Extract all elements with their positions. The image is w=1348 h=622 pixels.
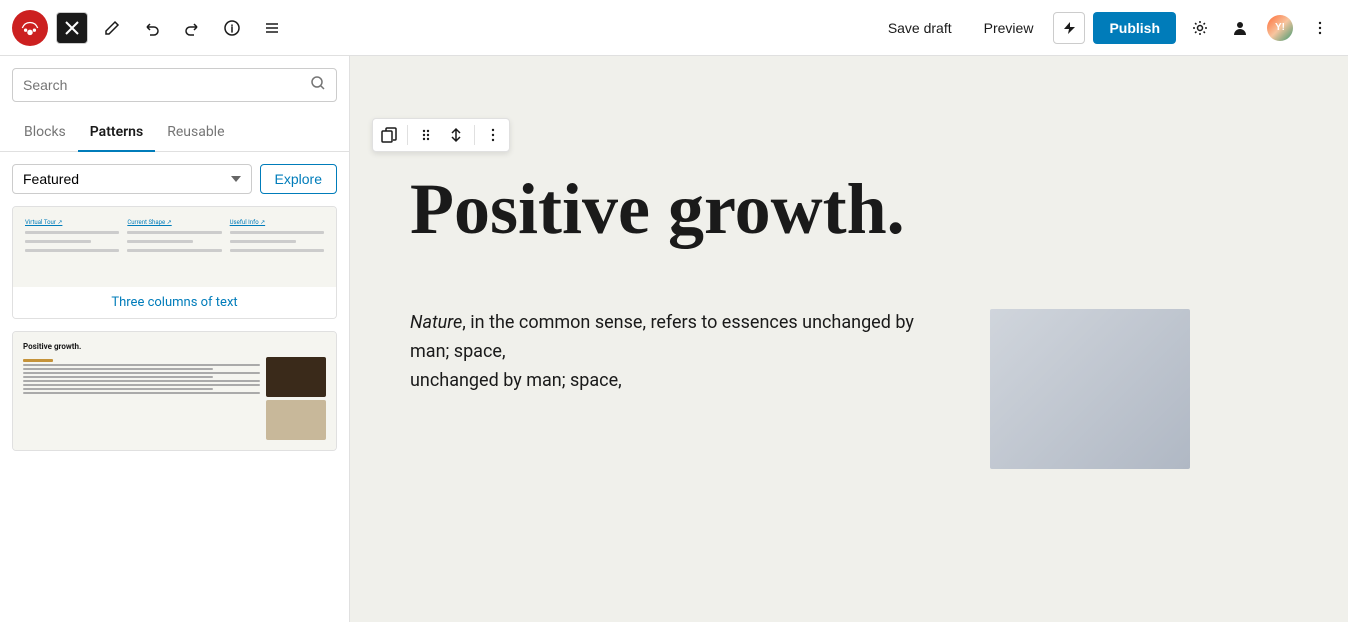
content-body-image — [990, 309, 1190, 469]
close-button[interactable] — [56, 12, 88, 44]
preview-image-light — [266, 400, 326, 440]
content-body: Nature, in the common sense, refers to e… — [410, 309, 1190, 469]
tab-blocks[interactable]: Blocks — [12, 114, 78, 152]
redo-button[interactable] — [176, 12, 208, 44]
settings-button[interactable] — [1184, 12, 1216, 44]
body-text-italic: Nature — [410, 312, 462, 333]
main-toolbar: Save draft Preview Publish Y! — [0, 0, 1348, 56]
block-drag-button[interactable] — [412, 121, 440, 149]
pattern-title: Positive growth. — [23, 342, 326, 351]
block-move-button[interactable] — [442, 121, 470, 149]
avatar-button[interactable]: Y! — [1264, 12, 1296, 44]
body-text-more: unchanged by man; space, — [410, 370, 622, 391]
preview-link-2: Current Shape ↗ — [127, 219, 221, 226]
image-placeholder — [990, 309, 1190, 469]
filter-row: Featured All Text Media Explore — [12, 164, 337, 194]
main-area: Blocks Patterns Reusable Featured All Te… — [0, 56, 1348, 622]
search-icon — [310, 75, 326, 95]
pattern-card-three-columns[interactable]: Virtual Tour ↗ Current Shape ↗ — [12, 206, 337, 319]
block-toolbar — [372, 118, 510, 152]
sidebar-tabs: Blocks Patterns Reusable — [0, 114, 349, 152]
pattern-card-positive-growth[interactable]: Positive growth. — [12, 331, 337, 451]
preview-link-3: Useful Info ↗ — [230, 219, 324, 226]
undo-button[interactable] — [136, 12, 168, 44]
pattern-label-three-columns: Three columns of text — [13, 287, 336, 318]
preview-link-1: Virtual Tour ↗ — [25, 219, 119, 226]
preview-button[interactable]: Preview — [972, 14, 1046, 42]
more-options-button[interactable] — [1304, 12, 1336, 44]
user-profile-button[interactable] — [1224, 12, 1256, 44]
edit-mode-button[interactable] — [96, 12, 128, 44]
toolbar-right: Save draft Preview Publish Y! — [876, 12, 1336, 44]
block-duplicate-button[interactable] — [375, 121, 403, 149]
search-box — [12, 68, 337, 102]
sidebar: Blocks Patterns Reusable Featured All Te… — [0, 56, 350, 622]
tab-reusable[interactable]: Reusable — [155, 114, 236, 152]
editor-area: ECOSYSTEM Positive growth. Nature, in th… — [350, 56, 1348, 622]
block-options-button[interactable] — [479, 121, 507, 149]
pattern-preview-three-columns: Virtual Tour ↗ Current Shape ↗ — [13, 207, 336, 287]
pattern-preview-positive-growth: Positive growth. — [13, 332, 336, 450]
content-heading[interactable]: Positive growth. — [410, 170, 1190, 249]
search-input[interactable] — [23, 77, 304, 93]
save-draft-button[interactable]: Save draft — [876, 14, 964, 42]
wordpress-logo[interactable] — [12, 10, 48, 46]
preview-image-dark — [266, 357, 326, 397]
list-view-button[interactable] — [256, 12, 288, 44]
category-filter[interactable]: Featured All Text Media — [12, 164, 252, 194]
patterns-content: Featured All Text Media Explore Virtual … — [0, 152, 349, 622]
body-text-rest: , in the common sense, refers to essence… — [410, 312, 914, 362]
content-ecosystem-label: ECOSYSTEM — [410, 96, 1190, 130]
bolt-button[interactable] — [1053, 12, 1085, 44]
tab-patterns[interactable]: Patterns — [78, 114, 155, 152]
explore-button[interactable]: Explore — [260, 164, 337, 194]
publish-button[interactable]: Publish — [1093, 12, 1176, 44]
info-button[interactable] — [216, 12, 248, 44]
content-body-text[interactable]: Nature, in the common sense, refers to e… — [410, 309, 950, 469]
